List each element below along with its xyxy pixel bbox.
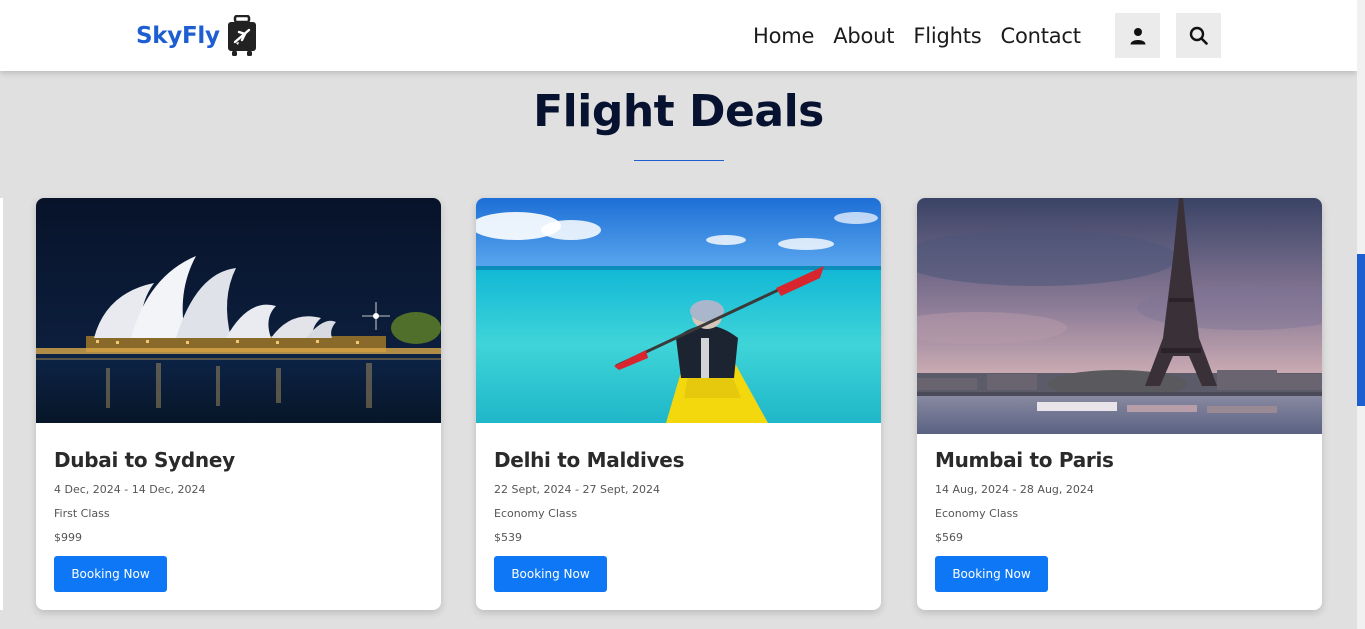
nav-contact-link[interactable]: Contact [1000,24,1081,48]
deal-price: $569 [935,531,963,544]
search-button[interactable] [1176,13,1221,58]
deal-class: First Class [54,507,110,520]
deal-dates: 4 Dec, 2024 - 14 Dec, 2024 [54,483,206,496]
logo-text: SkyFly [136,23,220,49]
site-header: SkyFly Home About Flights Contact [0,0,1357,71]
deal-title: Dubai to Sydney [54,448,235,472]
previous-card-edge [0,198,3,610]
booking-now-button[interactable]: Booking Now [935,556,1048,592]
maldives-kayak-image [476,198,881,423]
deal-card-delhi-maldives: Delhi to Maldives 22 Sept, 2024 - 27 Sep… [476,198,881,610]
deal-dates: 14 Aug, 2024 - 28 Aug, 2024 [935,483,1094,496]
deal-class: Economy Class [494,507,578,520]
deal-card-body: Dubai to Sydney 4 Dec, 2024 - 14 Dec, 20… [54,448,423,544]
search-icon [1189,26,1208,45]
deal-dates: 22 Sept, 2024 - 27 Sept, 2024 [494,483,661,496]
logo[interactable]: SkyFly [136,14,258,58]
eiffel-tower-image [917,198,1322,434]
nav-home-link[interactable]: Home [753,24,814,48]
deal-card-body: Delhi to Maldives 22 Sept, 2024 - 27 Sep… [494,448,863,544]
deal-title: Delhi to Maldives [494,448,685,472]
deal-card-dubai-sydney: Dubai to Sydney 4 Dec, 2024 - 14 Dec, 20… [36,198,441,610]
deal-price: $999 [54,531,82,544]
deal-card-mumbai-paris: Mumbai to Paris 14 Aug, 2024 - 28 Aug, 2… [917,198,1322,610]
nav-flights-link[interactable]: Flights [913,24,981,48]
deal-title: Mumbai to Paris [935,448,1114,472]
account-button[interactable] [1115,13,1160,58]
deal-price: $539 [494,531,522,544]
sydney-opera-house-image [36,198,441,423]
title-underline [634,160,724,161]
deal-class: Economy Class [935,507,1019,520]
nav-about-link[interactable]: About [833,24,894,48]
booking-now-button[interactable]: Booking Now [54,556,167,592]
page-scrollbar-thumb[interactable] [1357,254,1365,406]
user-icon [1130,27,1145,44]
section-title: Flight Deals [533,86,824,137]
main-nav: Home About Flights Contact [753,18,1081,54]
page-scrollbar[interactable] [1357,0,1365,629]
suitcase-plane-icon [227,15,256,56]
booking-now-button[interactable]: Booking Now [494,556,607,592]
deal-card-body: Mumbai to Paris 14 Aug, 2024 - 28 Aug, 2… [935,448,1304,544]
